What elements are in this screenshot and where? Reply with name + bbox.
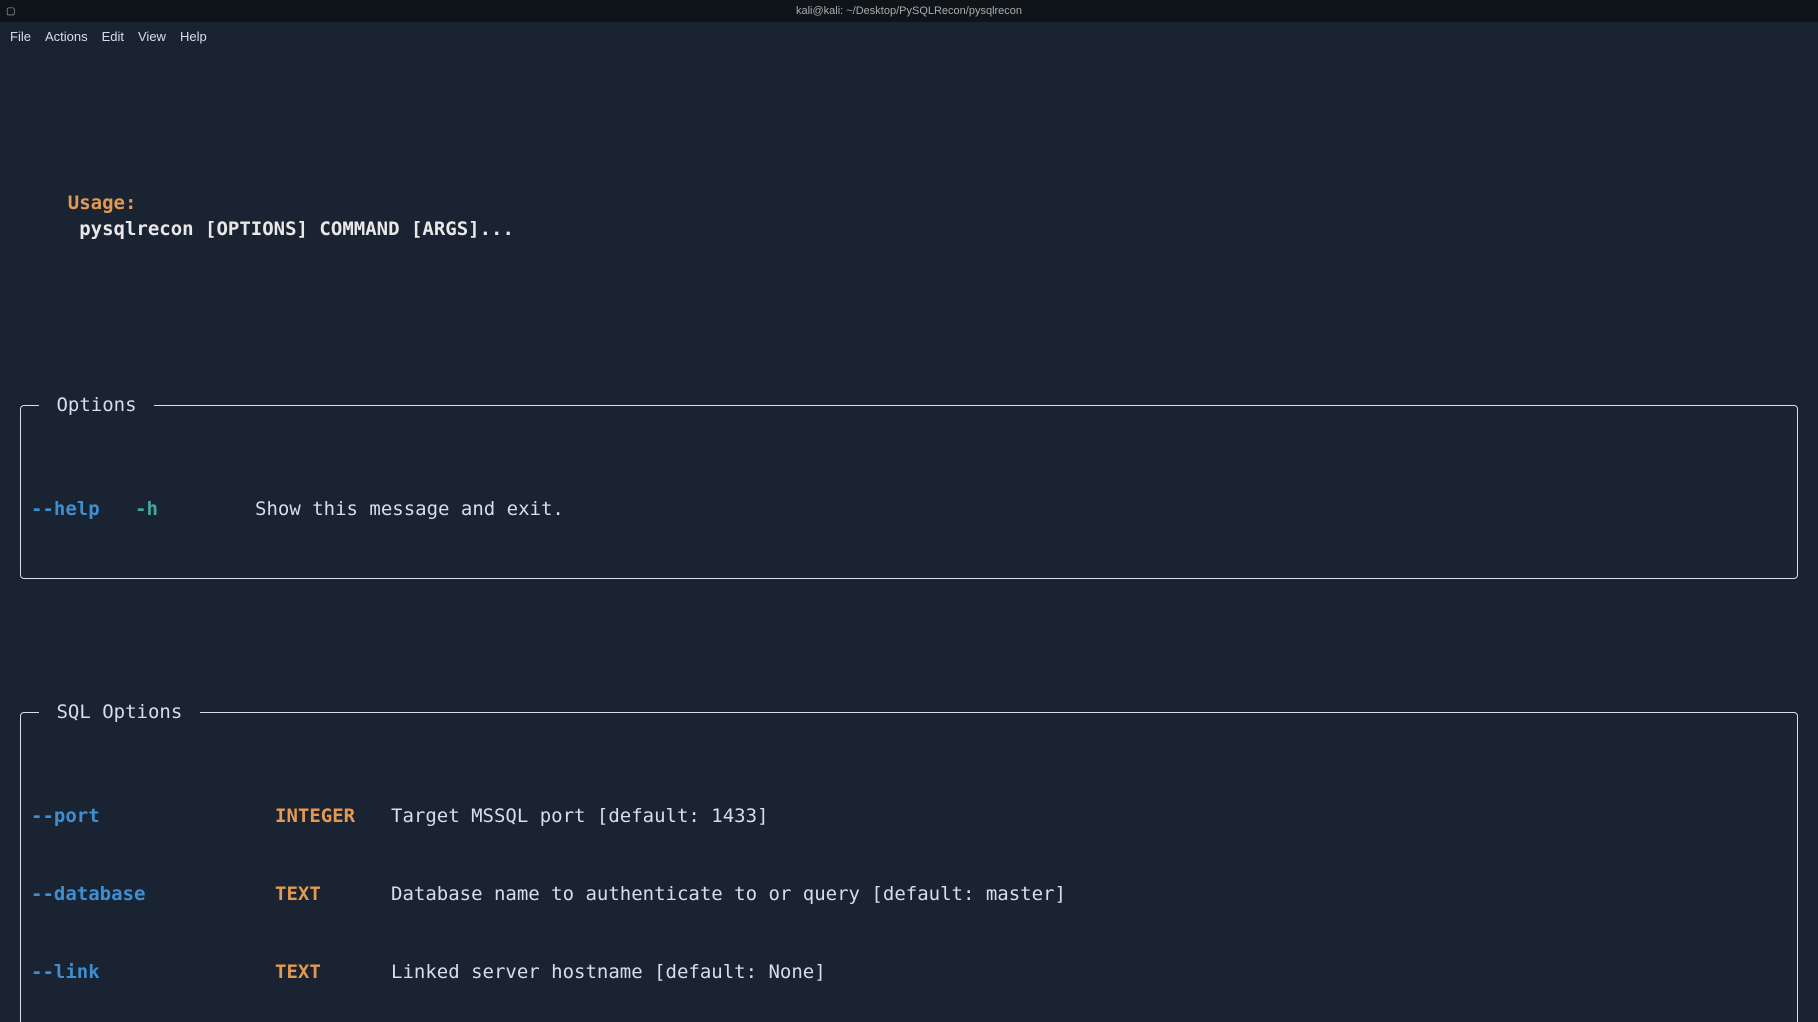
sql-database-desc: Database name to authenticate to or quer…	[391, 881, 1787, 907]
sql-options-legend: SQL Options	[39, 699, 200, 725]
usage-command	[68, 218, 79, 240]
menu-actions[interactable]: Actions	[45, 29, 88, 44]
sql-port-type: INTEGER	[275, 803, 391, 829]
opt-help-short: -h	[135, 496, 255, 522]
option-row-help: --help -h Show this message and exit.	[31, 496, 1787, 522]
sql-options-box: SQL Options --port INTEGER Target MSSQL …	[20, 699, 1798, 1022]
opt-help-long: --help	[31, 496, 135, 522]
menu-edit[interactable]: Edit	[102, 29, 124, 44]
opt-help-desc: Show this message and exit.	[255, 496, 1787, 522]
sql-row-port: --port INTEGER Target MSSQL port [defaul…	[31, 803, 1787, 829]
sql-row-database: --database TEXT Database name to authent…	[31, 881, 1787, 907]
sql-link-long: --link	[31, 959, 275, 985]
sql-link-type: TEXT	[275, 959, 391, 985]
window-title: kali@kali: ~/Desktop/PySQLRecon/pysqlrec…	[796, 5, 1022, 17]
terminal-output: Usage: pysqlrecon [OPTIONS] COMMAND [ARG…	[0, 50, 1818, 1022]
menu-view[interactable]: View	[138, 29, 166, 44]
sql-database-long: --database	[31, 881, 275, 907]
usage-command-text: pysqlrecon [OPTIONS] COMMAND [ARGS]...	[79, 218, 514, 240]
sql-row-link: --link TEXT Linked server hostname [defa…	[31, 959, 1787, 985]
sql-link-desc: Linked server hostname [default: None]	[391, 959, 1787, 985]
options-box: Options --help -h Show this message and …	[20, 392, 1798, 579]
window-titlebar: ▢ kali@kali: ~/Desktop/PySQLRecon/pysqlr…	[0, 0, 1818, 22]
terminal-icon: ▢	[6, 6, 15, 17]
menubar: File Actions Edit View Help	[0, 22, 1818, 50]
sql-port-desc: Target MSSQL port [default: 1433]	[391, 803, 1787, 829]
usage-label: Usage:	[68, 192, 137, 214]
usage-line: Usage: pysqlrecon [OPTIONS] COMMAND [ARG…	[14, 146, 1804, 280]
sql-port-long: --port	[31, 803, 275, 829]
sql-database-type: TEXT	[275, 881, 391, 907]
menu-help[interactable]: Help	[180, 29, 207, 44]
options-legend: Options	[39, 392, 154, 418]
menu-file[interactable]: File	[10, 29, 31, 44]
